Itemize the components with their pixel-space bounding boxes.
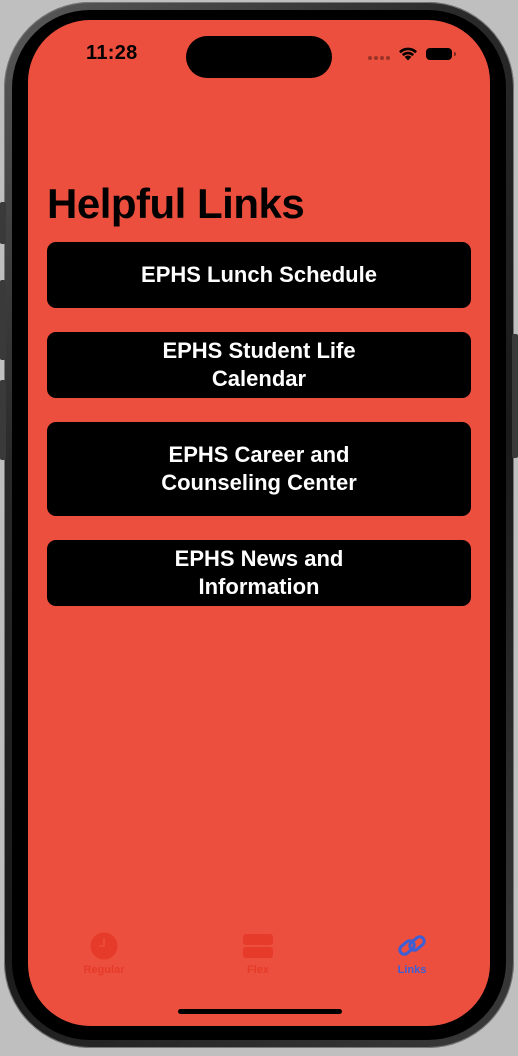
tab-flex[interactable]: Flex	[218, 932, 298, 976]
student-life-calendar-button[interactable]: EPHS Student Life Calendar	[47, 332, 471, 398]
tab-label: Flex	[246, 964, 269, 976]
lunch-schedule-button[interactable]: EPHS Lunch Schedule	[47, 242, 471, 308]
status-time: 11:28	[86, 42, 138, 64]
tab-links[interactable]: Links	[372, 932, 452, 976]
action-button	[0, 202, 6, 244]
status-icons	[368, 46, 456, 61]
volume-up-button	[0, 280, 6, 360]
tab-regular[interactable]: Regular	[64, 932, 144, 976]
tab-label: Regular	[83, 964, 125, 976]
tab-bar: Regular Flex Links	[28, 932, 490, 992]
page-title: Helpful Links	[47, 180, 305, 227]
power-button	[512, 334, 518, 458]
link-icon	[398, 935, 426, 956]
links-list: EPHS Lunch Schedule EPHS Student Life Ca…	[47, 242, 471, 630]
home-indicator[interactable]	[178, 1009, 342, 1014]
clock-icon	[90, 932, 118, 960]
news-information-button[interactable]: EPHS News and Information	[47, 540, 471, 606]
wifi-icon	[399, 47, 417, 61]
tab-label: Links	[397, 964, 427, 976]
dynamic-island	[186, 36, 332, 78]
volume-down-button	[0, 380, 6, 460]
battery-icon	[426, 47, 456, 60]
app-screen: 11:28 Helpful Links EPHS Lunch Schedule …	[28, 20, 490, 1026]
stack-icon	[243, 934, 273, 958]
career-counseling-center-button[interactable]: EPHS Career and Counseling Center	[47, 422, 471, 516]
cellular-signal-icon	[368, 48, 390, 60]
